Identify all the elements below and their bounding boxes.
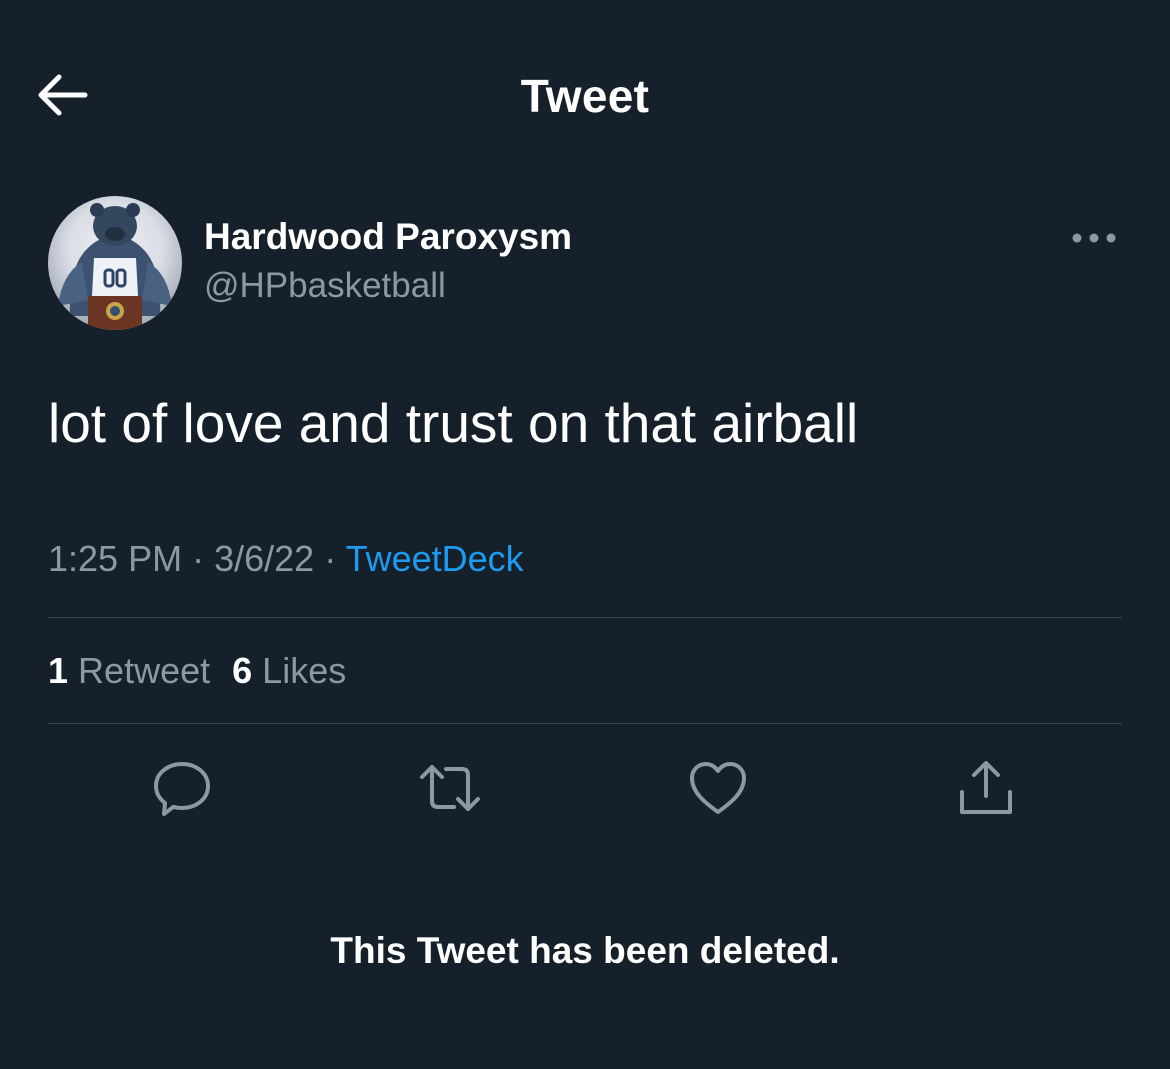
deleted-notice: This Tweet has been deleted. — [330, 930, 840, 971]
author-handle[interactable]: @HPbasketball — [204, 264, 446, 308]
more-horizontal-icon — [1072, 233, 1116, 243]
divider — [48, 617, 1122, 618]
like-button[interactable] — [686, 756, 750, 820]
retweet-button[interactable] — [418, 756, 482, 820]
tweet-source-link[interactable]: TweetDeck — [346, 538, 524, 579]
share-icon — [960, 761, 1012, 814]
tweet-meta: 1:25 PM · 3/6/22 · TweetDeck — [48, 536, 524, 582]
likes-count: 6 — [232, 650, 253, 691]
author-name[interactable]: Hardwood Paroxysm — [204, 214, 572, 260]
reply-icon — [154, 762, 210, 816]
retweets-label: Retweet — [78, 650, 211, 691]
retweet-icon — [420, 765, 480, 811]
tweet-text: lot of love and trust on that airball — [48, 392, 859, 454]
meta-separator: · — [192, 538, 205, 579]
tweet-date: 3/6/22 — [214, 538, 315, 579]
page-title: Tweet — [520, 70, 650, 122]
retweets-count: 1 — [48, 650, 69, 691]
likes-label: Likes — [262, 650, 347, 691]
heart-icon — [690, 762, 746, 814]
retweets-stat[interactable]: 1 Retweet — [48, 650, 210, 691]
more-options-button[interactable] — [1068, 224, 1120, 252]
likes-stat[interactable]: 6 Likes — [232, 650, 346, 691]
grizzlies-mascot-avatar — [58, 203, 172, 330]
tweet-time: 1:25 PM — [48, 538, 183, 579]
meta-separator: · — [324, 538, 337, 579]
divider — [48, 723, 1122, 724]
reply-button[interactable] — [150, 756, 214, 820]
tweet-stats: 1 Retweet 6 Likes — [48, 648, 346, 694]
share-button[interactable] — [954, 756, 1018, 820]
avatar[interactable] — [48, 196, 182, 330]
